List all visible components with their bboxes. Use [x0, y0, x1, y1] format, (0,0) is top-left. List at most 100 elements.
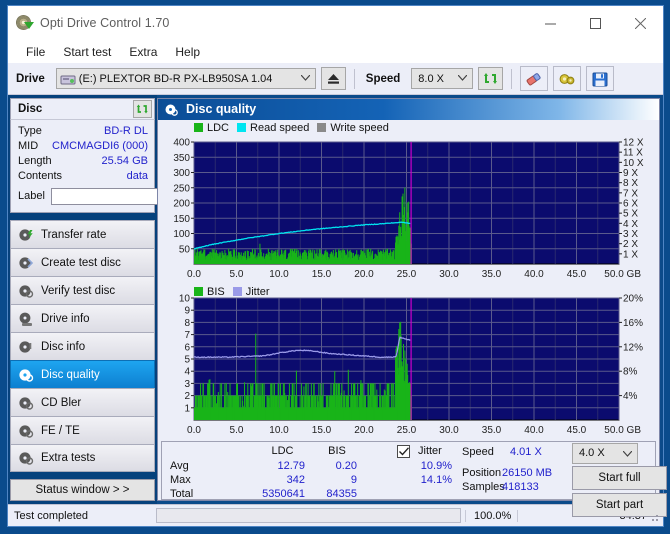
- sidebar-item-label: Extra tests: [41, 452, 96, 464]
- menu-start-test[interactable]: Start test: [54, 43, 120, 61]
- start-full-button[interactable]: Start full: [572, 465, 667, 490]
- test-speed-select[interactable]: 4.0 X: [572, 442, 638, 464]
- status-window-button[interactable]: Status window > >: [10, 479, 155, 501]
- statistics-panel: LDC BIS Jitter Avg 12.79 0.20 10.9% Max …: [161, 440, 667, 517]
- svg-text:4%: 4%: [623, 391, 638, 402]
- disc-row-type: Type BD-R DL: [18, 123, 148, 138]
- sidebar-item-transfer-rate[interactable]: Transfer rate: [10, 220, 155, 248]
- refresh-button[interactable]: [478, 67, 504, 90]
- sidebar-item-fe-te[interactable]: FE / TE: [10, 416, 155, 444]
- svg-text:15.0: 15.0: [312, 269, 332, 280]
- disc-mid-value: CMCMAGDI6 (000): [52, 139, 148, 152]
- sidebar-item-drive-info[interactable]: Drive info: [10, 304, 155, 332]
- close-button[interactable]: [618, 6, 663, 40]
- speed-stat-label: Speed: [462, 445, 494, 458]
- svg-text:5.0: 5.0: [230, 269, 244, 280]
- legend-swatch-ldc: [194, 123, 203, 133]
- disc-mid-label: MID: [18, 139, 39, 152]
- erase-button[interactable]: [520, 66, 549, 91]
- disc-length-label: Length: [18, 154, 52, 167]
- disc-length-value: 25.54 GB: [101, 154, 148, 167]
- eject-button[interactable]: [320, 67, 346, 90]
- speed-select[interactable]: 8.0 X: [411, 68, 474, 89]
- settings-button[interactable]: [553, 66, 582, 91]
- drive-info-icon: [18, 311, 34, 327]
- disc-label-label: Label: [18, 190, 45, 202]
- test-speed-value: 4.0 X: [579, 447, 605, 460]
- svg-text:250: 250: [173, 183, 190, 194]
- speed-value: 8.0 X: [418, 72, 444, 85]
- svg-text:150: 150: [173, 213, 190, 224]
- sidebar-item-disc-info[interactable]: Disc info: [10, 332, 155, 360]
- jitter-max-value: 14.1%: [420, 473, 452, 486]
- ldc-total-value: 5350641: [262, 487, 305, 500]
- menu-extra[interactable]: Extra: [120, 43, 166, 61]
- legend-swatch-write-speed: [317, 123, 327, 133]
- disc-refresh-button[interactable]: [133, 100, 152, 118]
- disc-contents-label: Contents: [18, 169, 63, 182]
- legend-swatch-bis: [194, 287, 203, 297]
- bis-chart-legend: BIS Jitter: [194, 286, 274, 298]
- svg-text:9: 9: [184, 305, 190, 316]
- sidebar-item-extra-tests[interactable]: Extra tests: [10, 444, 155, 472]
- menu-help[interactable]: Help: [166, 43, 209, 61]
- ldc-avg-value: 12.79: [277, 459, 305, 472]
- speed-label: Speed: [365, 72, 401, 85]
- drive-value: (E:) PLEXTOR BD-R PX-LB950SA 1.04: [78, 72, 273, 85]
- disc-quality-icon: [18, 367, 34, 383]
- page-title: Disc quality: [186, 102, 257, 117]
- disc-row-mid: MID CMCMAGDI6 (000): [18, 138, 148, 153]
- eraser-icon: [526, 72, 541, 85]
- col-header-bis: BIS: [328, 444, 346, 457]
- toolbar: Drive (E:) PLEXTOR BD-R PX-LB950SA 1.04 …: [8, 63, 663, 95]
- status-window-wrap: Status window > >: [8, 479, 157, 504]
- sidebar-item-label: Create test disc: [41, 256, 121, 269]
- disc-create-icon: [18, 255, 34, 271]
- sidebar-nav: Transfer rate Create test disc Verify te…: [10, 220, 155, 472]
- disc-info-icon: [18, 339, 34, 355]
- app-window: Opti Drive Control 1.70 File Start test …: [7, 5, 667, 527]
- status-bar: Test completed 100.0% 34:37: [8, 504, 663, 526]
- chevron-down-icon: [623, 450, 632, 457]
- resize-grip[interactable]: [648, 511, 660, 523]
- bis-plot: 109 87654 321 20% 16% 12% 8% 4% 0.0 5.0 10.0 15.0 20…: [179, 293, 643, 436]
- disc-row-contents: Contents data: [18, 168, 148, 183]
- sidebar-item-verify-test-disc[interactable]: Verify test disc: [10, 276, 155, 304]
- svg-text:8: 8: [184, 318, 190, 329]
- legend-label-write-speed: Write speed: [330, 121, 389, 134]
- svg-text:20.0: 20.0: [354, 425, 374, 436]
- svg-text:20.0: 20.0: [354, 269, 374, 280]
- legend-swatch-jitter: [232, 287, 242, 297]
- sidebar-item-label: CD Bler: [41, 396, 82, 409]
- extra-tests-icon: [18, 450, 34, 466]
- maximize-button[interactable]: [573, 6, 618, 40]
- disc-type-label: Type: [18, 124, 42, 137]
- window-controls: [528, 6, 663, 40]
- speed-stat-value: 4.01 X: [510, 445, 542, 458]
- fe-te-icon: [18, 423, 34, 439]
- position-value: 26150 MB: [502, 466, 553, 479]
- window-title: Opti Drive Control 1.70: [40, 16, 170, 30]
- eject-icon: [327, 74, 339, 84]
- minimize-button[interactable]: [528, 6, 573, 40]
- svg-text:50.0 GB: 50.0 GB: [604, 269, 641, 280]
- svg-text:35.0: 35.0: [482, 425, 502, 436]
- legend-label-ldc: LDC: [207, 121, 230, 134]
- legend-swatch-read-speed: [237, 123, 247, 133]
- progress-percent: 100.0%: [465, 509, 517, 522]
- refresh-icon: [483, 73, 497, 84]
- drive-select[interactable]: (E:) PLEXTOR BD-R PX-LB950SA 1.04: [55, 68, 316, 89]
- menu-file[interactable]: File: [17, 43, 54, 61]
- jitter-label: Jitter: [418, 444, 442, 457]
- sidebar-item-create-test-disc[interactable]: Create test disc: [10, 248, 155, 276]
- ldc-plot: 4003503002502001501005012 X11 X10 X9 X8 …: [173, 137, 644, 280]
- menu-bar: File Start test Extra Help: [8, 40, 663, 63]
- sidebar-item-disc-quality[interactable]: Disc quality: [10, 360, 155, 388]
- content-pane: Disc quality LDC Read speed Write speed …: [157, 98, 667, 517]
- sidebar-item-cd-bler[interactable]: CD Bler: [10, 388, 155, 416]
- svg-text:45.0: 45.0: [567, 425, 587, 436]
- save-button[interactable]: [586, 66, 615, 91]
- jitter-avg-value: 10.9%: [420, 459, 452, 472]
- jitter-checkbox[interactable]: [397, 444, 410, 458]
- row-label-total: Total: [170, 487, 194, 500]
